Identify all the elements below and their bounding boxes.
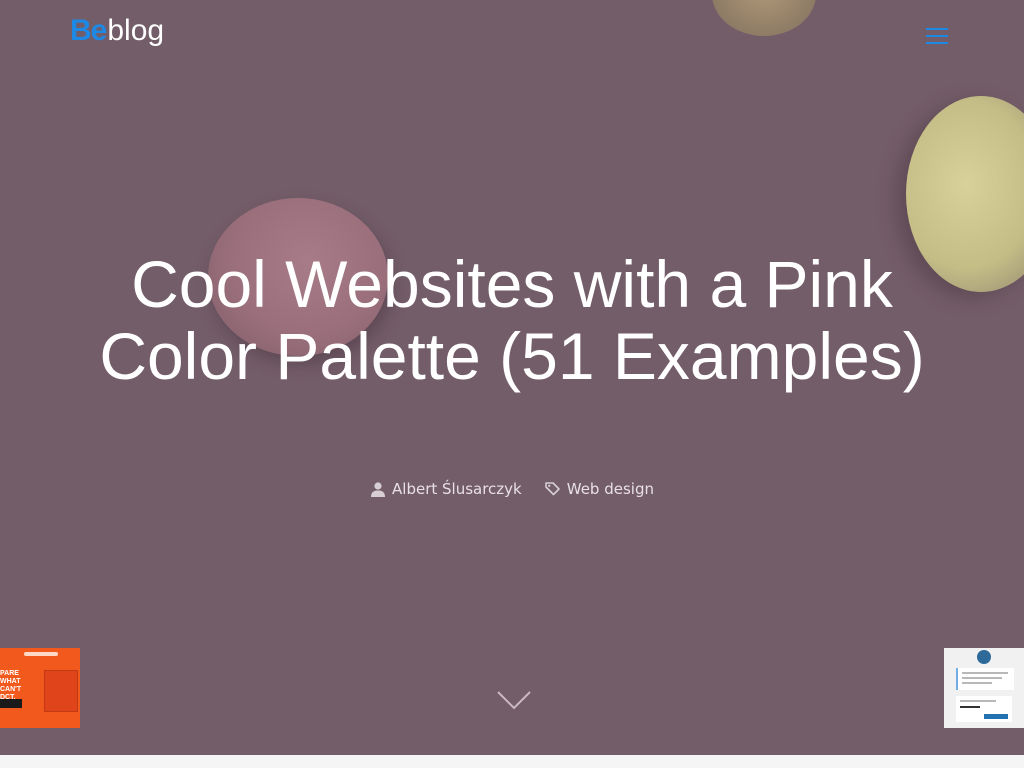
author-name: Albert Ślusarczyk xyxy=(392,480,522,498)
wordpress-logo-icon xyxy=(977,650,991,664)
category-name: Web design xyxy=(566,480,654,498)
logo-blog-text: blog xyxy=(107,14,165,47)
hero-section: Be blog Cool Websites with a Pink Color … xyxy=(0,0,1024,755)
chevron-down-icon[interactable] xyxy=(494,686,534,714)
category-link[interactable]: Web design xyxy=(544,480,654,498)
user-icon xyxy=(370,481,386,497)
top-navigation-bar: Be blog xyxy=(0,0,1024,72)
hamburger-menu-icon[interactable] xyxy=(922,24,950,46)
logo-be-text: Be xyxy=(70,14,107,47)
post-title: Cool Websites with a Pink Color Palette … xyxy=(99,247,925,393)
previous-post-thumbnail[interactable]: PARE WHAT CAN'T DCT. xyxy=(0,648,80,728)
tag-icon xyxy=(544,481,561,497)
page-content-edge xyxy=(0,755,1024,768)
site-logo[interactable]: Be blog xyxy=(70,14,164,48)
next-post-thumbnail[interactable] xyxy=(944,648,1024,728)
author-link[interactable]: Albert Ślusarczyk xyxy=(370,480,522,498)
post-meta: Albert Ślusarczyk Web design xyxy=(0,480,1024,498)
